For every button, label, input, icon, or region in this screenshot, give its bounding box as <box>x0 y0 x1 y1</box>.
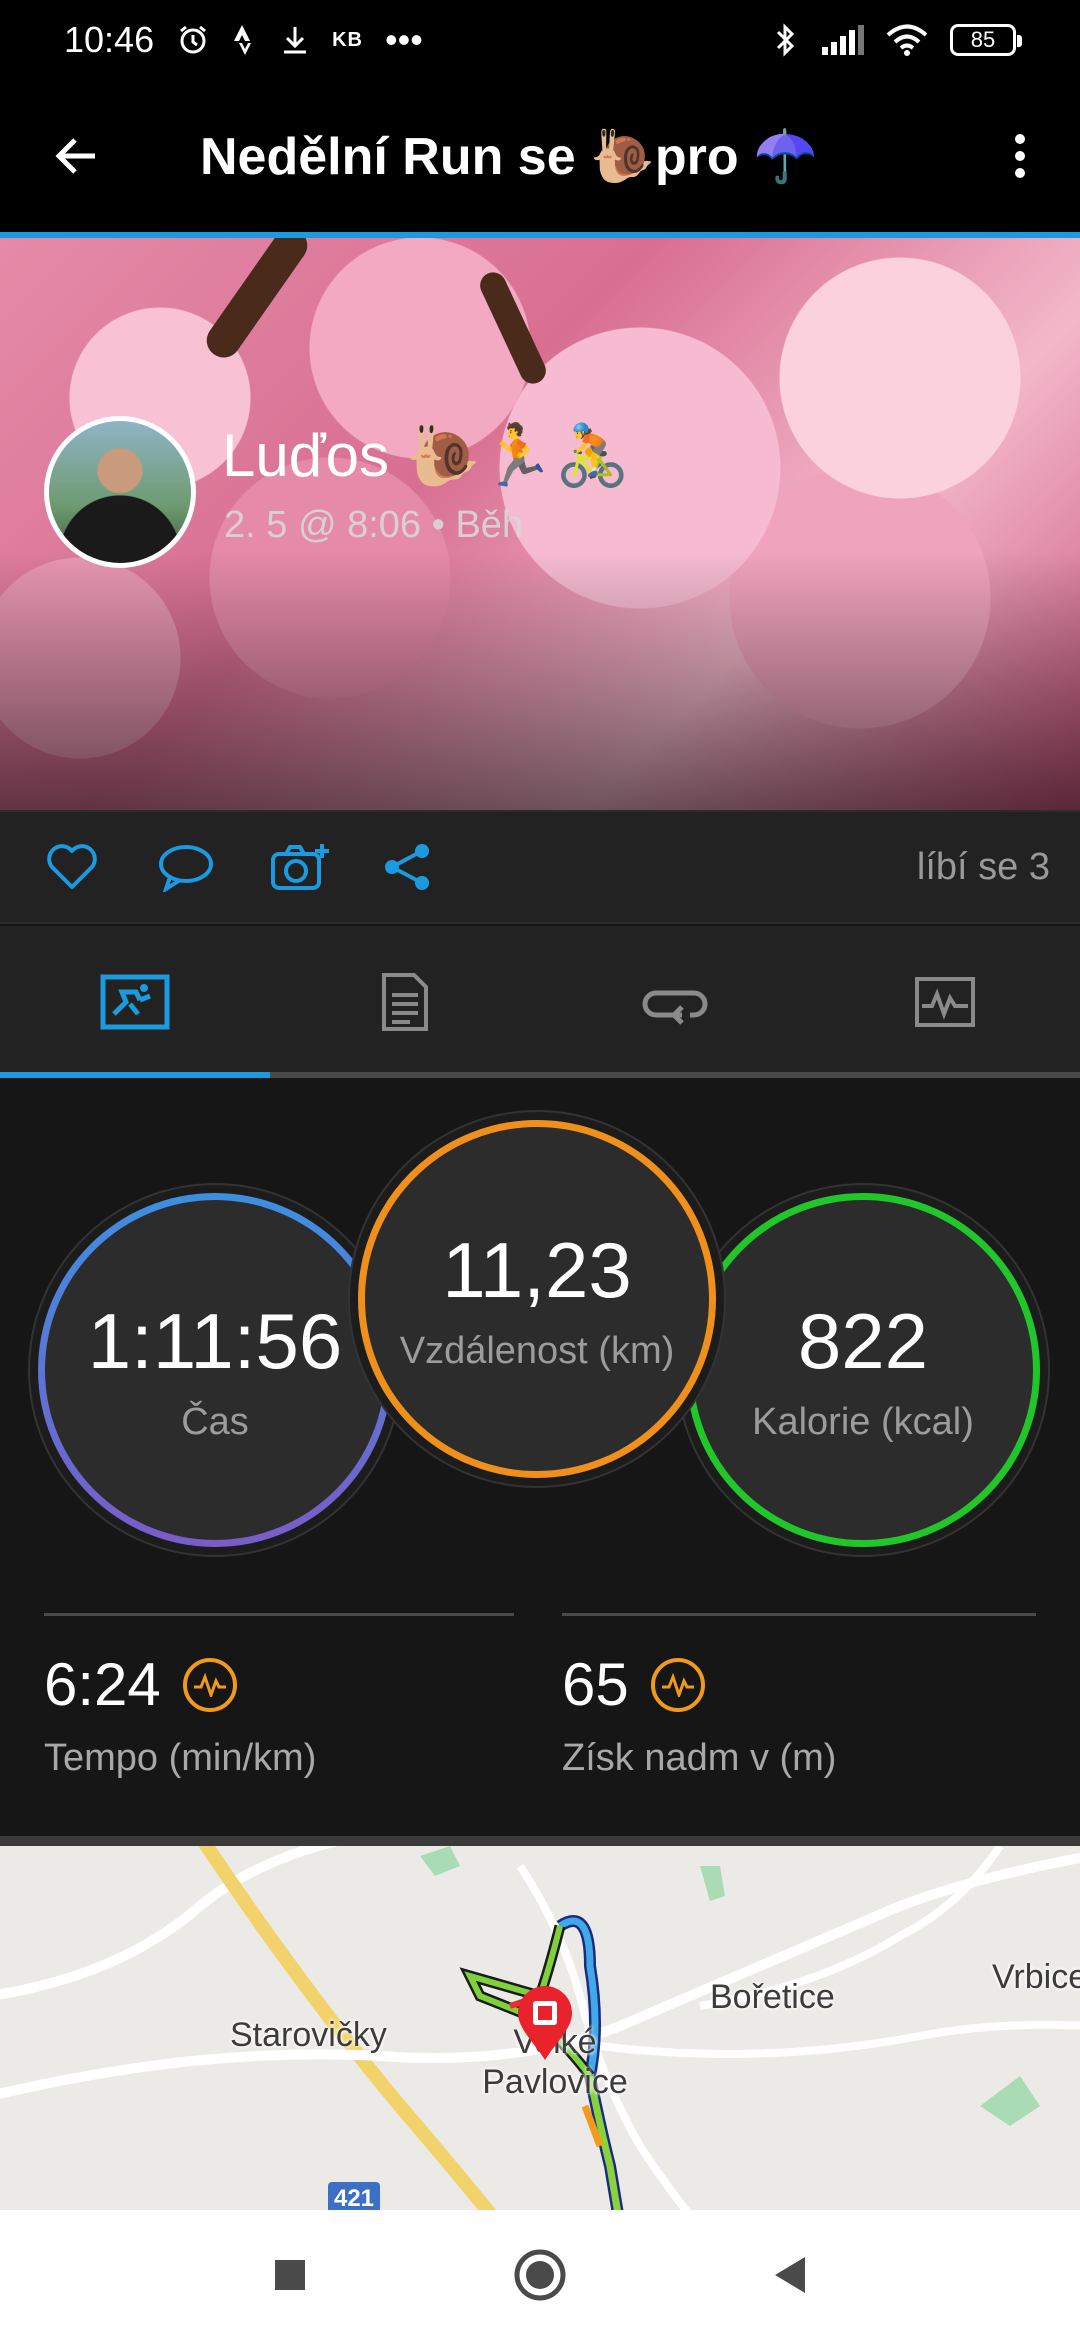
tab-overview[interactable] <box>0 926 270 1078</box>
divider <box>562 1613 1036 1616</box>
time-stat-ring: 1:11:56 Čas <box>38 1193 392 1547</box>
finish-pin-icon[interactable] <box>514 1984 576 2062</box>
activity-tabs <box>0 926 1080 1078</box>
strava-icon <box>232 23 258 57</box>
recents-button[interactable] <box>255 2240 325 2310</box>
pulse-icon[interactable] <box>650 1657 705 1712</box>
photo-shade <box>0 550 1080 810</box>
activity-screen: 10:46 KB ••• 85 Nedělní Run se 🐌pro ☂️ L… <box>0 0 1080 2340</box>
tab-details[interactable] <box>270 926 540 1078</box>
comment-icon <box>159 845 213 892</box>
user-name[interactable]: Luďos 🐌🏃🚴 <box>222 420 630 491</box>
pulse-icon[interactable] <box>182 1657 237 1712</box>
back-nav-button[interactable] <box>755 2240 825 2310</box>
tab-laps[interactable] <box>540 926 810 1078</box>
run-summary-icon <box>100 974 170 1030</box>
time-value: 1:11:56 <box>87 1297 343 1385</box>
activity-meta: 2. 5 @ 8:06 • Běh <box>224 504 524 546</box>
document-icon <box>382 973 428 1031</box>
battery-icon: 85 <box>950 24 1022 56</box>
camera-add-icon <box>271 844 329 890</box>
system-nav-bar <box>0 2210 1080 2340</box>
signal-icon <box>820 25 864 55</box>
download-icon <box>280 23 310 57</box>
alarm-icon <box>176 23 210 57</box>
status-bar: 10:46 KB ••• 85 <box>0 0 1080 80</box>
road-number-badge: 421 <box>328 2182 380 2210</box>
circle-icon <box>514 2249 566 2301</box>
battery-level: 85 <box>970 27 996 52</box>
map-town-label: Vrbice <box>992 1958 1080 1996</box>
elevation-label: Získ nadm v (m) <box>562 1737 837 1779</box>
square-icon <box>275 2260 305 2290</box>
elevation-metric: 65 Získ nadm v (m) <box>562 1613 1036 1780</box>
more-vertical-icon <box>1015 134 1025 178</box>
status-time: 10:46 <box>64 19 155 60</box>
like-button[interactable] <box>46 810 158 924</box>
heart-icon <box>47 844 97 889</box>
pace-metric: 6:24 Tempo (min/km) <box>44 1613 514 1780</box>
distance-label: Vzdálenost (km) <box>399 1330 675 1372</box>
tab-charts[interactable] <box>810 926 1080 1078</box>
social-actions-bar: líbí se 3 <box>0 810 1080 924</box>
time-label: Čas <box>181 1401 249 1443</box>
share-icon <box>385 844 429 890</box>
calories-value: 822 <box>797 1297 929 1385</box>
app-bar: Nedělní Run se 🐌pro ☂️ <box>0 80 1080 232</box>
home-button[interactable] <box>505 2240 575 2310</box>
arrow-left-icon <box>55 138 95 174</box>
elevation-value: 65 <box>562 1651 629 1718</box>
calories-stat-ring: 822 Kalorie (kcal) <box>686 1193 1040 1547</box>
stats-panel: 1:11:56 Čas 822 Kalorie (kcal) 11,23 Vzd… <box>0 1078 1080 1835</box>
likes-count[interactable]: líbí se 3 <box>917 846 1050 889</box>
map-town-label: Bořetice <box>710 1978 835 2016</box>
map-town-label: Starovičky <box>230 2016 387 2054</box>
share-button[interactable] <box>382 810 494 924</box>
photo-branch <box>475 268 551 388</box>
more-notifications-icon: ••• <box>384 19 423 60</box>
calories-label: Kalorie (kcal) <box>752 1401 974 1443</box>
photo-branch <box>200 238 314 365</box>
triangle-back-icon <box>775 2257 805 2293</box>
wifi-icon <box>886 24 928 56</box>
pace-label: Tempo (min/km) <box>44 1737 317 1779</box>
activity-cover-photo[interactable]: Luďos 🐌🏃🚴 2. 5 @ 8:06 • Běh <box>0 238 1080 810</box>
distance-stat-ring: 11,23 Vzdálenost (km) <box>358 1120 716 1478</box>
back-button[interactable] <box>0 80 150 232</box>
distance-value: 11,23 <box>442 1226 632 1314</box>
divider <box>44 1613 514 1616</box>
kb-bank-icon: KB <box>332 28 363 51</box>
overflow-menu-button[interactable] <box>960 80 1080 232</box>
chart-icon <box>915 977 975 1027</box>
bluetooth-icon <box>774 22 798 58</box>
user-avatar[interactable] <box>44 416 196 568</box>
comment-button[interactable] <box>158 810 270 924</box>
pace-value: 6:24 <box>44 1651 161 1718</box>
route-map[interactable]: Starovičky Velké Pavlovice Bořetice Vrbi… <box>0 1836 1080 2210</box>
activity-title: Nedělní Run se 🐌pro ☂️ <box>200 127 818 186</box>
add-photo-button[interactable] <box>270 810 382 924</box>
loop-icon <box>642 990 708 1025</box>
